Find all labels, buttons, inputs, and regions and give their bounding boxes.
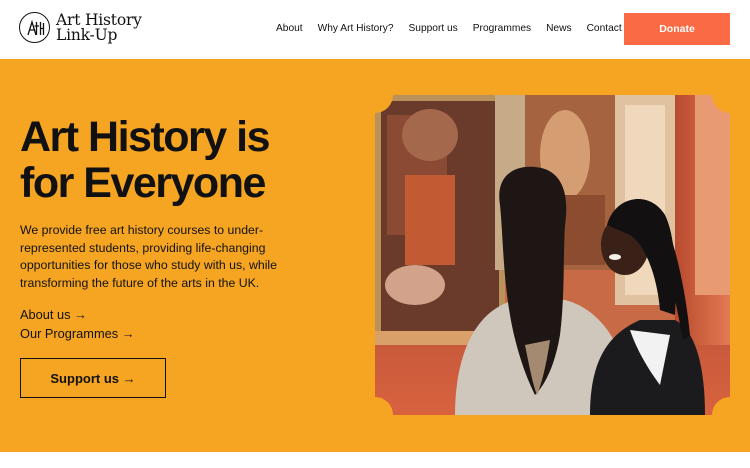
nav-why-art-history[interactable]: Why Art History? (318, 23, 394, 34)
main-nav: About Why Art History? Support us Progra… (276, 23, 622, 34)
about-us-link[interactable]: About us → (20, 307, 87, 322)
nav-news[interactable]: News (546, 23, 571, 34)
our-programmes-link[interactable]: Our Programmes → (20, 326, 135, 341)
logo-text: Art History Link-Up (56, 12, 142, 44)
nav-programmes[interactable]: Programmes (473, 23, 531, 34)
page-bottom-strip (0, 452, 750, 468)
nav-support-us[interactable]: Support us (408, 23, 457, 34)
logo-line-2: Link-Up (56, 25, 118, 44)
hero-title: Art History is for Everyone (20, 114, 350, 206)
hero-title-line-2: for Everyone (20, 159, 266, 207)
site-logo[interactable]: Art History Link-Up (19, 12, 142, 43)
hero-section: Art History is for Everyone We provide f… (0, 59, 750, 452)
logo-monogram-icon (19, 12, 50, 43)
hero-title-line-1: Art History is (20, 113, 271, 161)
nav-about[interactable]: About (276, 23, 303, 34)
nav-contact[interactable]: Contact (587, 23, 622, 34)
hero-description: We provide free art history courses to u… (20, 223, 278, 290)
hero-photo (375, 95, 730, 415)
donate-button[interactable]: Donate (624, 13, 730, 45)
support-us-button[interactable]: Support us → (20, 358, 166, 398)
site-header: Art History Link-Up About Why Art Histor… (0, 0, 750, 59)
